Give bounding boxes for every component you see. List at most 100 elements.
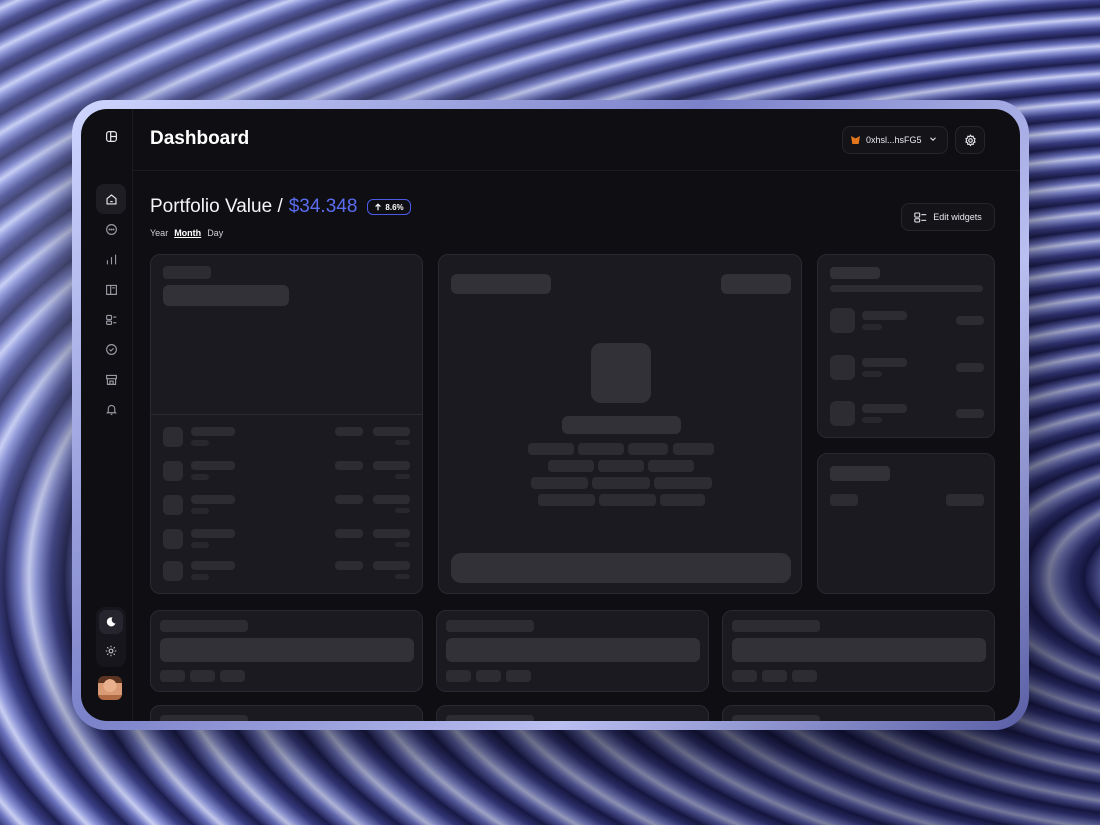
skeleton-bar [160, 620, 248, 632]
moon-icon[interactable] [99, 610, 123, 634]
divider [151, 414, 422, 415]
gear-icon [964, 133, 976, 146]
skeleton-bar [373, 495, 410, 504]
top-bar: Dashboard 0xhsl...hsFG5 [133, 109, 1020, 171]
store-icon[interactable] [96, 364, 126, 394]
skeleton-bar [732, 715, 820, 721]
skeleton-bar [220, 670, 245, 682]
skeleton-image [591, 343, 651, 403]
widgets-icon[interactable] [96, 304, 126, 334]
skeleton-avatar [163, 529, 183, 549]
arrow-up-icon [375, 203, 382, 211]
skeleton-bar [191, 427, 235, 436]
skeleton-bar [373, 461, 410, 470]
skeleton-bar [373, 561, 410, 570]
skeleton-bar [599, 494, 656, 506]
range-month[interactable]: Month [174, 228, 201, 238]
skeleton-bar [648, 460, 694, 472]
change-badge: 8.6% [367, 199, 411, 215]
check-circle-icon[interactable] [96, 334, 126, 364]
widget-card-assets [150, 254, 423, 594]
theme-toggle [96, 607, 126, 667]
skeleton-bar [862, 404, 907, 413]
skeleton-bar [538, 494, 595, 506]
skeleton-bar [335, 461, 363, 470]
range-selector: Year Month Day [150, 228, 223, 238]
skeleton-bar [956, 316, 984, 325]
skeleton-bar [732, 620, 820, 632]
skeleton-avatar [163, 561, 183, 581]
sidebar [81, 109, 133, 721]
skeleton-bar [506, 670, 531, 682]
widget-card-bottom-1 [150, 610, 423, 692]
edit-widgets-button[interactable]: Edit widgets [901, 203, 995, 231]
widget-card-bottom-2 [436, 610, 709, 692]
edit-widgets-label: Edit widgets [933, 212, 982, 222]
widget-card-bottom-3 [722, 610, 995, 692]
range-year[interactable]: Year [150, 228, 168, 238]
widget-card-bottom-6 [722, 705, 995, 721]
portfolio-headline: Portfolio Value / $34.348 8.6% [150, 196, 411, 218]
skeleton-bar [191, 461, 235, 470]
skeleton-bar [191, 561, 235, 570]
skeleton-bar [395, 474, 410, 479]
home-icon[interactable] [96, 184, 126, 214]
skeleton-bar [191, 495, 235, 504]
skeleton-bar [191, 574, 209, 580]
layout-logo-icon[interactable] [96, 121, 126, 151]
skeleton-bar [946, 494, 984, 506]
skeleton-bar [732, 638, 986, 662]
skeleton-avatar [830, 308, 855, 333]
skeleton-bar [446, 670, 471, 682]
skeleton-bar [395, 574, 410, 579]
skeleton-bar [191, 474, 209, 480]
skeleton-bar [721, 274, 791, 294]
skeleton-bar [163, 266, 211, 279]
book-icon[interactable] [96, 274, 126, 304]
skeleton-bar [830, 494, 858, 506]
skeleton-bar [191, 542, 209, 548]
skeleton-bar [660, 494, 705, 506]
skeleton-bar [446, 638, 700, 662]
skeleton-bar [862, 358, 907, 367]
range-day[interactable]: Day [207, 228, 223, 238]
chevron-down-icon [928, 134, 938, 146]
skeleton-bar [830, 267, 880, 279]
skeleton-bar [190, 670, 215, 682]
skeleton-bar [592, 477, 650, 489]
skeleton-avatar [830, 355, 855, 380]
device-frame: Dashboard 0xhsl...hsFG5 Portfolio Value … [72, 100, 1029, 730]
skeleton-bar [335, 561, 363, 570]
skeleton-bar [598, 460, 644, 472]
avatar[interactable] [98, 676, 122, 700]
skeleton-avatar [163, 495, 183, 515]
skeleton-bar [160, 638, 414, 662]
widget-card-bottom-4 [150, 705, 423, 721]
skeleton-bar [830, 466, 890, 481]
skeleton-bar [762, 670, 787, 682]
wallet-button[interactable]: 0xhsl...hsFG5 [842, 126, 948, 154]
skeleton-bar [956, 363, 984, 372]
skeleton-bar [956, 409, 984, 418]
skeleton-button [451, 553, 791, 583]
chat-icon[interactable] [96, 214, 126, 244]
skeleton-bar [673, 443, 714, 455]
widget-card-right-top [817, 254, 995, 438]
skeleton-bar [862, 371, 882, 377]
skeleton-bar [862, 324, 882, 330]
skeleton-bar [446, 715, 534, 721]
bell-icon[interactable] [96, 394, 126, 424]
skeleton-bar [562, 416, 681, 434]
skeleton-bar [476, 670, 501, 682]
skeleton-avatar [163, 461, 183, 481]
portfolio-label: Portfolio Value / [150, 196, 283, 217]
skeleton-bar [628, 443, 668, 455]
skeleton-avatar [163, 427, 183, 447]
skeleton-bar [654, 477, 712, 489]
skeleton-bar [373, 529, 410, 538]
bar-chart-icon[interactable] [96, 244, 126, 274]
settings-button[interactable] [955, 126, 985, 154]
change-value: 8.6% [385, 202, 404, 212]
sun-icon[interactable] [99, 639, 123, 663]
skeleton-bar [531, 477, 588, 489]
